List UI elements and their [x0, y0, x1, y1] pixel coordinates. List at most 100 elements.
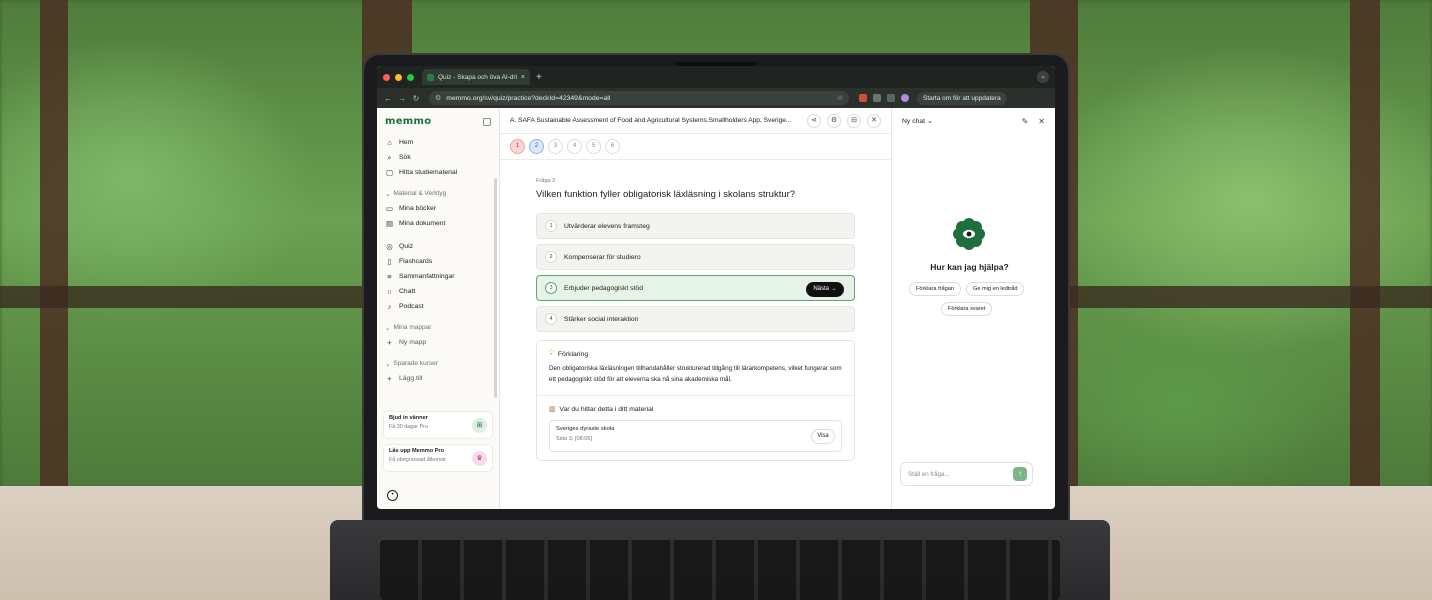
forward-arrow-icon[interactable]: → — [395, 94, 409, 103]
archive-icon[interactable]: ⊟ — [847, 113, 861, 128]
update-button[interactable]: Starta om för att uppdatera — [917, 91, 1007, 105]
extensions-area — [859, 94, 909, 102]
home-icon: ⌂ — [387, 138, 392, 147]
add-course-label: Lägg till — [399, 375, 423, 382]
unlock-pro-card[interactable]: Lås upp Memmo Pro Få obegränsad åtkomst … — [383, 444, 493, 472]
sidebar-item-mina-dokument[interactable]: ▤ Mina dokument — [385, 216, 491, 231]
section-header-material[interactable]: ⌄ Material & Verktyg — [385, 190, 491, 198]
plus-icon: + — [387, 338, 392, 347]
profile-avatar[interactable] — [901, 94, 909, 102]
section-header-courses[interactable]: ⌄ Sparade kurser — [385, 360, 491, 368]
share-icon[interactable]: ⋖ — [807, 113, 821, 128]
suggestion-chip[interactable]: Förklara svaret — [941, 302, 993, 316]
question-stepper: 1 2 3 4 5 6 — [500, 134, 891, 160]
promo-title: Bjud in vänner — [389, 415, 428, 421]
laptop-keys — [380, 540, 1060, 600]
chat-icon: ○ — [387, 287, 392, 296]
sidebar-item-label: Flashcards — [399, 258, 433, 265]
explanation-text: Den obligatoriska läxläsningen tillhanda… — [549, 365, 842, 383]
chat-title: Ny chat — [902, 118, 926, 125]
step-4[interactable]: 4 — [567, 139, 582, 154]
sidebar-item-podcast[interactable]: ♪ Podcast — [385, 299, 491, 314]
new-folder-button[interactable]: + Ny mapp — [385, 335, 491, 350]
browser-tab-quiz[interactable]: Quiz - Skapa och öva AI-driv × — [422, 69, 530, 85]
sidebar-item-quiz[interactable]: ◎ Quiz — [385, 239, 491, 254]
chat-header: Ny chat ⌄ ✎ ✕ — [892, 108, 1055, 134]
memmo-logo[interactable]: memmo — [385, 116, 431, 127]
download-icon[interactable] — [887, 94, 895, 102]
sidebar-item-label: Podcast — [399, 303, 424, 310]
minimize-window-button[interactable] — [395, 73, 402, 81]
step-1[interactable]: 1 — [510, 139, 525, 154]
source-card: Sveriges dyraste skola Sida 3, [08:05] V… — [549, 420, 842, 452]
question-block: Fråga 2 Vilken funktion fyller obligator… — [500, 160, 891, 332]
source-heading: Var du hittar detta i ditt material — [559, 405, 654, 413]
sidebar-item-label: Hem — [399, 139, 414, 146]
help-heading: Hur kan jag hjälpa? — [930, 262, 1009, 272]
view-source-button[interactable]: Visa — [811, 429, 835, 444]
add-course-button[interactable]: + Lägg till — [385, 371, 491, 386]
send-arrow-icon[interactable]: ↑ — [1013, 467, 1027, 481]
suggestion-chip[interactable]: Förklara frågan — [909, 282, 961, 296]
sidebar-collapse-icon[interactable] — [483, 117, 491, 126]
edit-icon[interactable]: ✎ — [1022, 117, 1029, 126]
browser-tab-bar: Quiz - Skapa och öva AI-driv × + ⌄ — [377, 66, 1055, 88]
chat-selector[interactable]: Ny chat ⌄ — [902, 117, 933, 125]
step-2[interactable]: 2 — [529, 139, 544, 154]
memmo-app: memmo ⌂ Hem ⌕ Sök ▢ Hitta studiematerial… — [377, 108, 1055, 509]
source-location: Sida 3, [08:05] — [556, 436, 593, 442]
sidebar-item-mina-bocker[interactable]: ▭ Mina böcker — [385, 201, 491, 216]
tab-title: Quiz - Skapa och öva AI-driv — [438, 73, 517, 81]
tab-close-icon[interactable]: × — [521, 74, 525, 81]
plus-icon: + — [387, 374, 392, 383]
option-number: 3 — [545, 282, 557, 294]
step-5[interactable]: 5 — [586, 139, 601, 154]
sidebar-item-label: Hitta studiematerial — [399, 169, 458, 176]
sidebar-item-sammanfattningar[interactable]: ≡ Sammanfattningar — [385, 269, 491, 284]
sidebar-item-flashcards[interactable]: ▯ Flashcards — [385, 254, 491, 269]
reload-icon[interactable]: ↻ — [409, 94, 423, 103]
tab-search-chevron-icon[interactable]: ⌄ — [1037, 71, 1049, 83]
answer-option-3[interactable]: 3 Erbjuder pedagogiskt stöd Nästa → — [536, 275, 855, 301]
close-window-button[interactable] — [383, 73, 390, 81]
book-icon: ▭ — [385, 204, 394, 213]
maximize-window-button[interactable] — [407, 73, 414, 81]
new-tab-button[interactable]: + — [536, 72, 542, 83]
sidebar-item-sok[interactable]: ⌕ Sök — [385, 150, 491, 165]
option-text: Stärker social interaktion — [564, 315, 639, 323]
book-search-icon: ▢ — [385, 168, 394, 177]
sidebar-item-label: Mina dokument — [399, 220, 446, 227]
next-button[interactable]: Nästa → — [806, 282, 844, 297]
answer-option-1[interactable]: 1 Utvärderar elevens framsteg — [536, 213, 855, 239]
chat-input[interactable] — [901, 463, 1001, 486]
close-icon[interactable]: ✕ — [867, 113, 881, 128]
question-number: Fråga 2 — [536, 178, 556, 184]
sidebar-item-hitta-studiematerial[interactable]: ▢ Hitta studiematerial — [385, 165, 491, 180]
account-icon[interactable]: • — [387, 490, 398, 501]
close-icon[interactable]: ✕ — [1038, 117, 1045, 126]
chat-panel: Ny chat ⌄ ✎ ✕ Hur kan jag hjälpa? Förkla… — [892, 108, 1055, 509]
window-controls — [383, 73, 414, 81]
search-icon: ⌕ — [387, 152, 392, 162]
gift-icon: ⊞ — [472, 418, 487, 433]
extension-icon[interactable] — [859, 94, 867, 102]
site-info-icon[interactable]: ⚙ — [435, 94, 441, 102]
back-arrow-icon[interactable]: ← — [381, 94, 395, 103]
browser-address-bar: ← → ↻ ⚙ memmo.org/sv/quiz/practice?deckI… — [377, 88, 1055, 108]
url-field[interactable]: ⚙ memmo.org/sv/quiz/practice?deckId=4234… — [429, 91, 849, 105]
suggestion-chip[interactable]: Ge mig en ledtråd — [966, 282, 1025, 296]
invite-friends-card[interactable]: Bjud in vänner Få 30 dagar Pro ⊞ — [383, 411, 493, 439]
extensions-puzzle-icon[interactable] — [873, 94, 881, 102]
sidebar-scrollbar[interactable] — [494, 178, 497, 398]
option-number: 4 — [545, 313, 557, 325]
sidebar-item-chatt[interactable]: ○ Chatt — [385, 284, 491, 299]
step-3[interactable]: 3 — [548, 139, 563, 154]
sidebar-item-hem[interactable]: ⌂ Hem — [385, 135, 491, 150]
bookmark-star-icon[interactable]: ☆ — [837, 94, 843, 102]
settings-icon[interactable]: ⚙ — [827, 113, 841, 128]
section-header-folders[interactable]: ⌄ Mina mappar — [385, 324, 491, 332]
option-number: 1 — [545, 220, 557, 232]
answer-option-2[interactable]: 2 Kompenserar för studiero — [536, 244, 855, 270]
answer-option-4[interactable]: 4 Stärker social interaktion — [536, 306, 855, 332]
step-6[interactable]: 6 — [605, 139, 620, 154]
